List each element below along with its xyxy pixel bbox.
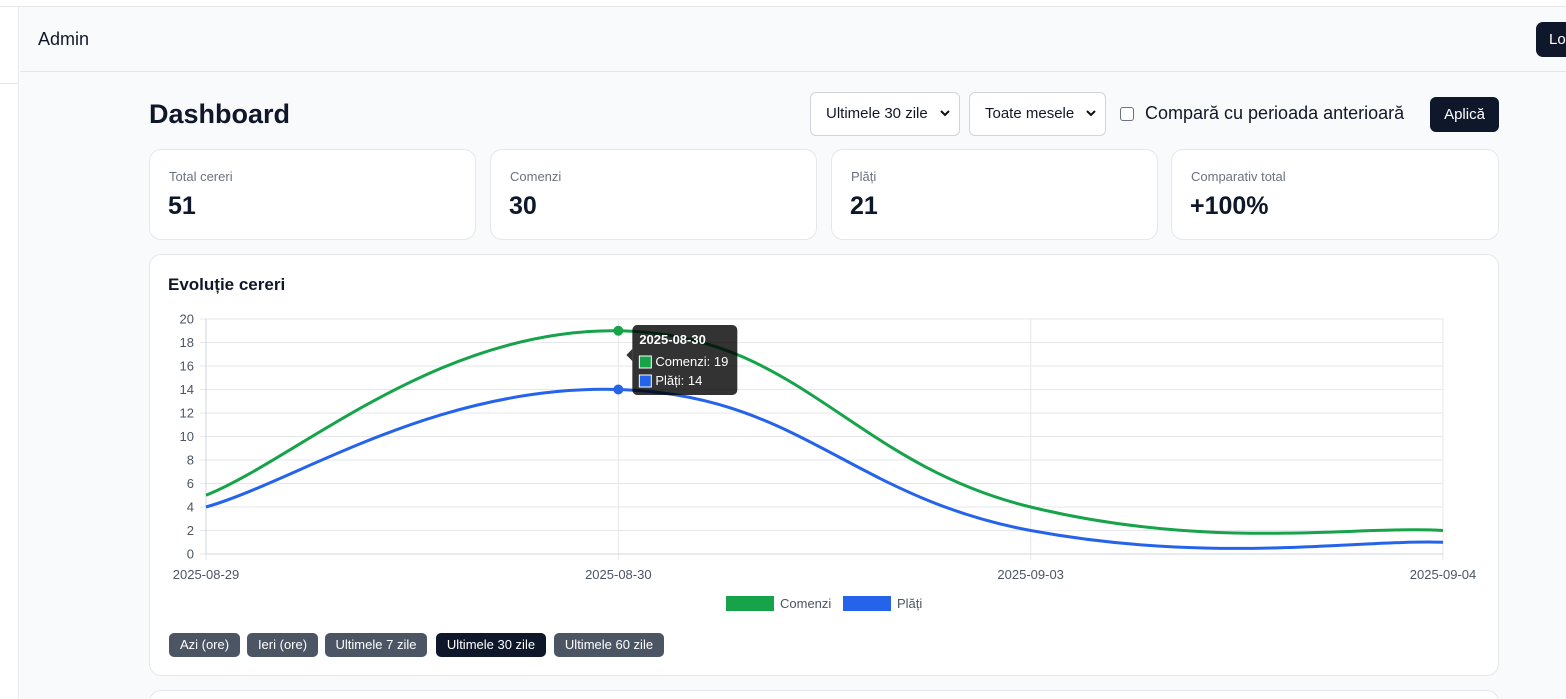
stat-value: 30 bbox=[509, 192, 537, 220]
compare-label: Compară cu perioada anterioară bbox=[1145, 103, 1405, 123]
x-tick-label: 2025-09-04 bbox=[1410, 567, 1477, 582]
tooltip-swatch bbox=[638, 374, 652, 388]
y-tick-label: 14 bbox=[180, 382, 194, 397]
tooltip-pointer bbox=[626, 349, 633, 361]
y-tick-label: 20 bbox=[180, 312, 194, 327]
top-header: Admin Logout bbox=[20, 7, 1566, 72]
legend-swatch bbox=[726, 596, 774, 611]
y-tick-label: 6 bbox=[187, 476, 194, 491]
tooltip-item: Comenzi: 19 bbox=[655, 354, 728, 369]
x-tick-label: 2025-08-29 bbox=[173, 567, 240, 582]
stat-label: Total cereri bbox=[169, 169, 233, 184]
range-button-yesterday[interactable]: Ieri (ore) bbox=[247, 633, 318, 657]
stat-label: Comenzi bbox=[510, 169, 562, 184]
stat-card-orders: Comenzi 30 bbox=[490, 149, 817, 240]
stat-card-comparative: Comparativ total +100% bbox=[1171, 149, 1499, 240]
page-title: Dashboard bbox=[149, 99, 291, 129]
range-button-today[interactable]: Azi (ore) bbox=[169, 633, 240, 657]
stat-value: 21 bbox=[850, 192, 878, 220]
x-tick-label: 2025-09-03 bbox=[997, 567, 1064, 582]
y-tick-label: 8 bbox=[187, 453, 194, 468]
secondary-card bbox=[149, 690, 1499, 699]
series-point bbox=[613, 384, 624, 395]
stat-value: 51 bbox=[168, 192, 196, 220]
tooltip-item: Plăți: 14 bbox=[655, 373, 702, 388]
y-tick-label: 2 bbox=[187, 523, 194, 538]
left-rail bbox=[0, 7, 19, 699]
stat-value: +100% bbox=[1190, 192, 1269, 220]
app-title: Admin bbox=[38, 29, 90, 49]
range-button-30-days[interactable]: Ultimele 30 zile bbox=[436, 633, 546, 657]
period-select-value: Ultimele 30 zile bbox=[826, 105, 928, 122]
y-tick-label: 18 bbox=[180, 335, 194, 350]
tooltip-swatch bbox=[638, 355, 652, 369]
tables-select-value: Toate mesele bbox=[985, 105, 1075, 122]
x-tick-label: 2025-08-30 bbox=[585, 567, 652, 582]
logout-button[interactable]: Logout bbox=[1536, 22, 1566, 57]
legend-label: Plăți bbox=[897, 596, 922, 611]
series-point bbox=[613, 325, 624, 336]
chevron-down-icon bbox=[1085, 93, 1097, 152]
y-tick-label: 16 bbox=[180, 359, 194, 374]
y-tick-label: 4 bbox=[187, 500, 194, 515]
left-rail-divider bbox=[0, 83, 19, 84]
top-strip bbox=[0, 0, 1566, 7]
chevron-down-icon bbox=[939, 93, 951, 152]
tooltip-title: 2025-08-30 bbox=[639, 332, 706, 347]
line-chart: 0 2 4 6 8 10 12 14 16 18 20 2025-08-29 2025-08-30 202… bbox=[173, 312, 1477, 611]
stat-card-total: Total cereri 51 bbox=[149, 149, 476, 240]
y-tick-label: 10 bbox=[180, 429, 194, 444]
chart-card: Evoluție cereri 0 2 4 6 8 10 12 14 16 18 20 2025-08… bbox=[149, 254, 1499, 676]
apply-button[interactable]: Aplică bbox=[1430, 97, 1499, 132]
y-tick-label: 12 bbox=[180, 406, 194, 421]
stat-label: Comparativ total bbox=[1191, 169, 1286, 184]
tables-select[interactable]: Toate mesele bbox=[969, 92, 1106, 136]
legend-swatch bbox=[843, 596, 891, 611]
compare-checkbox[interactable] bbox=[1120, 107, 1134, 121]
range-button-60-days[interactable]: Ultimele 60 zile bbox=[554, 633, 664, 657]
range-button-7-days[interactable]: Ultimele 7 zile bbox=[325, 633, 427, 657]
stat-label: Plăți bbox=[851, 169, 877, 184]
legend-label: Comenzi bbox=[780, 596, 831, 611]
period-select[interactable]: Ultimele 30 zile bbox=[810, 92, 960, 136]
stat-card-payments: Plăți 21 bbox=[831, 149, 1158, 240]
y-tick-label: 0 bbox=[187, 547, 194, 562]
